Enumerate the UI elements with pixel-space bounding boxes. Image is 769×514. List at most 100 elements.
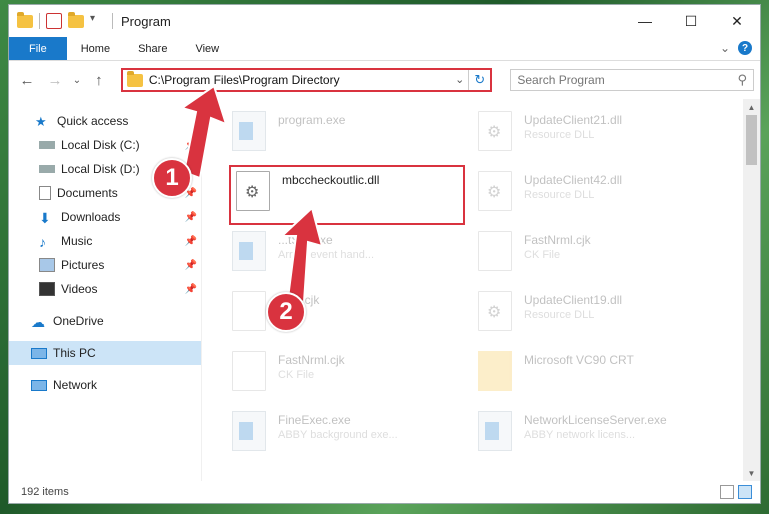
sidebar-item-downloads[interactable]: ⬇ Downloads 📌 xyxy=(9,205,201,229)
pin-icon: 📌 xyxy=(184,211,197,223)
file-name: FastNrml.cjk xyxy=(278,353,345,367)
expand-ribbon-icon[interactable]: ⌄ xyxy=(720,41,730,55)
sidebar-item-label: Downloads xyxy=(61,210,121,224)
file-item-program-exe[interactable]: program.exe xyxy=(232,105,462,161)
file-name: NetworkLicenseServer.exe xyxy=(524,413,667,427)
sidebar-item-label: Network xyxy=(53,378,98,392)
download-icon: ⬇ xyxy=(39,210,51,226)
address-bar[interactable]: C:\Program Files\Program Directory ⌄ ↻ xyxy=(120,68,493,92)
file-item-fineexec-exe[interactable]: FineExec.exe ABBY background exe... xyxy=(232,405,462,461)
file-item-updateclient19[interactable]: UpdateClient19.dll Resource DLL xyxy=(478,285,708,341)
sidebar-item-music[interactable]: ♪ Music 📌 xyxy=(9,229,201,253)
network-icon xyxy=(31,379,47,391)
scrollbar-thumb[interactable] xyxy=(746,115,757,165)
search-input[interactable] xyxy=(517,71,728,89)
star-icon: ★ xyxy=(35,114,47,129)
ribbon-tabs: File Home Share View ⌄ ? xyxy=(9,37,760,61)
back-button[interactable]: ← xyxy=(15,72,39,89)
magnifier-icon[interactable]: ⚲ xyxy=(737,72,747,88)
up-button[interactable]: ↑ xyxy=(87,72,111,89)
file-icon xyxy=(232,351,266,391)
ribbon-right: ⌄ ? xyxy=(720,41,752,55)
file-name: program.exe xyxy=(278,113,346,127)
exe-icon xyxy=(232,411,266,451)
properties-icon[interactable] xyxy=(46,13,62,29)
main-area: ★ Quick access Local Disk (C:) 📌 Local D… xyxy=(9,99,760,481)
file-type: Resource DLL xyxy=(524,189,595,201)
tab-home[interactable]: Home xyxy=(67,37,124,60)
search-box[interactable]: ⚲ xyxy=(510,69,755,91)
address-dropdown-button[interactable]: ⌄ xyxy=(455,73,464,86)
tab-share[interactable]: Share xyxy=(124,37,181,60)
computer-icon xyxy=(31,347,47,359)
help-icon[interactable]: ? xyxy=(738,41,752,55)
file-type: Resource DLL xyxy=(524,309,595,321)
music-icon: ♪ xyxy=(39,234,46,250)
sidebar-item-label: Pictures xyxy=(61,258,105,272)
sidebar-item-label: This PC xyxy=(53,346,96,360)
vertical-scrollbar[interactable]: ▲ ▼ xyxy=(743,99,760,481)
file-item-microsoft-vc90-crt[interactable]: Microsoft VC90 CRT xyxy=(478,345,708,401)
navigation-bar: ← → ⌄ ↑ C:\Program Files\Program Directo… xyxy=(9,61,760,99)
pin-icon: 📌 xyxy=(184,235,197,247)
file-type: CK File xyxy=(278,369,315,381)
sidebar-item-network[interactable]: Network xyxy=(9,373,201,397)
file-icon xyxy=(478,231,512,271)
item-count: 192 items xyxy=(21,486,69,498)
details-view-button[interactable] xyxy=(720,485,734,499)
file-item-updateclient21[interactable]: UpdateClient21.dll Resource DLL xyxy=(478,105,708,161)
sidebar-item-label: OneDrive xyxy=(53,314,104,328)
file-type: Resource DLL xyxy=(524,129,595,141)
maximize-button[interactable]: ☐ xyxy=(668,5,714,37)
pin-icon: 📌 xyxy=(184,259,197,271)
exe-icon xyxy=(232,231,266,271)
separator xyxy=(112,13,113,29)
sidebar-item-pictures[interactable]: Pictures 📌 xyxy=(9,253,201,277)
minimize-button[interactable]: — xyxy=(622,5,668,37)
file-item-updateclient42[interactable]: UpdateClient42.dll Resource DLL xyxy=(478,165,708,221)
sidebar-item-label: Local Disk (C:) xyxy=(61,138,140,152)
file-item-networklicenseserver[interactable]: NetworkLicenseServer.exe ABBY network li… xyxy=(478,405,708,461)
sidebar-item-local-disk-c[interactable]: Local Disk (C:) 📌 xyxy=(9,133,201,157)
scroll-up-arrow[interactable]: ▲ xyxy=(743,99,760,115)
tab-view[interactable]: View xyxy=(181,37,233,60)
file-explorer-window: ▾ Program — ☐ ✕ File Home Share View ⌄ ?… xyxy=(8,4,761,504)
status-bar: 192 items xyxy=(9,481,760,503)
recent-locations-button[interactable]: ⌄ xyxy=(71,75,83,86)
sidebar-item-videos[interactable]: Videos 📌 xyxy=(9,277,201,301)
customize-toolbar-icon[interactable]: ▾ xyxy=(90,13,106,29)
folder-icon xyxy=(17,11,33,28)
sidebar-item-this-pc[interactable]: This PC xyxy=(9,341,201,365)
file-name: UpdateClient21.dll xyxy=(524,113,623,127)
sidebar-item-label: Videos xyxy=(61,282,98,296)
sidebar-item-quick-access[interactable]: ★ Quick access xyxy=(9,109,201,133)
separator xyxy=(39,13,40,29)
file-item-fastnrml-cjk[interactable]: FastNrml.cjk CK File xyxy=(478,225,708,281)
forward-button[interactable]: → xyxy=(43,72,67,89)
file-name: FineExec.exe xyxy=(278,413,351,427)
sidebar-item-label: Local Disk (D:) xyxy=(61,162,140,176)
file-item-sti-exe[interactable]: ...tSTI.exe Arr sh event hand... xyxy=(232,225,462,281)
sidebar-item-onedrive[interactable]: ☁ OneDrive xyxy=(9,309,201,333)
file-icon xyxy=(232,291,266,331)
pin-icon: 📌 xyxy=(184,139,197,151)
tab-file[interactable]: File xyxy=(9,37,67,60)
sidebar-item-label: Quick access xyxy=(57,114,129,128)
refresh-button[interactable]: ↻ xyxy=(468,70,490,90)
close-button[interactable]: ✕ xyxy=(714,5,760,37)
pictures-icon xyxy=(39,258,55,272)
folder-icon xyxy=(126,70,143,87)
file-name: UpdateClient42.dll xyxy=(524,173,623,187)
scroll-down-arrow[interactable]: ▼ xyxy=(743,465,760,481)
quick-access-toolbar: ▾ xyxy=(9,11,113,29)
file-item-fastnrml-cjk-2[interactable]: FastNrml.cjk CK File xyxy=(232,345,462,401)
window-controls: — ☐ ✕ xyxy=(622,5,760,37)
large-icons-view-button[interactable] xyxy=(738,485,752,499)
file-name: UpdateClient19.dll xyxy=(524,293,623,307)
new-folder-icon[interactable] xyxy=(68,11,84,28)
file-list: program.exe UpdateClient21.dll Resource … xyxy=(202,99,760,481)
pin-icon: 📌 xyxy=(184,283,197,295)
